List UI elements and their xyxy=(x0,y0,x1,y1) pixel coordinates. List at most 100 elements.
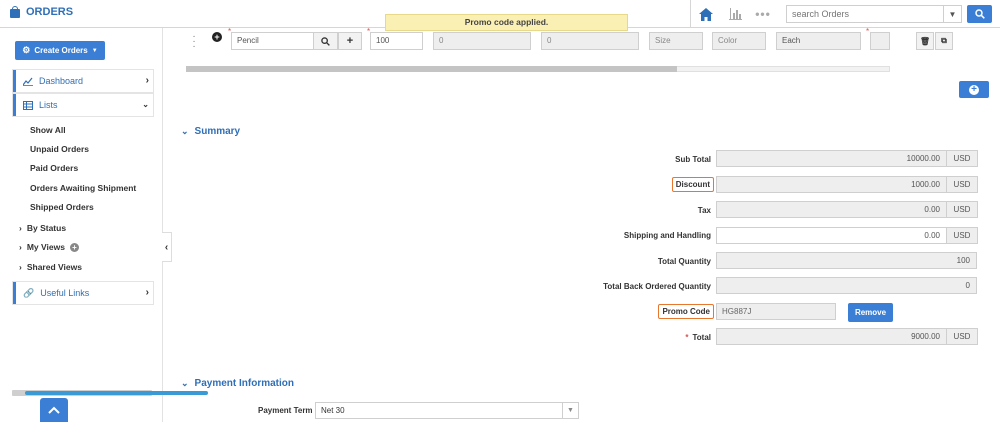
more-dots-icon: ••• xyxy=(755,7,771,21)
chevron-down-icon: ⌄ xyxy=(181,126,189,136)
search-icon xyxy=(974,9,985,19)
remove-promo-button[interactable]: Remove xyxy=(848,303,893,322)
chevron-down-icon: ▼ xyxy=(948,9,957,19)
total-label-text: Total xyxy=(692,333,711,342)
list-item-show-all[interactable]: Show All xyxy=(30,125,66,135)
search-dropdown[interactable]: ▼ xyxy=(943,6,961,22)
required-marker: * xyxy=(685,333,689,342)
sidebar-item-useful-links[interactable]: 🔗 Useful Links › xyxy=(13,282,153,304)
list-item-shipped-orders[interactable]: Shipped Orders xyxy=(30,202,94,212)
sidebar-item-label: Dashboard xyxy=(39,76,84,86)
list-item-paid-orders[interactable]: Paid Orders xyxy=(30,163,78,173)
product-search-button[interactable] xyxy=(313,32,338,50)
search-input[interactable] xyxy=(787,6,943,22)
tax-value: 0.00 xyxy=(716,201,947,218)
promo-code-label: Promo Code xyxy=(658,304,714,319)
home-button[interactable] xyxy=(691,0,721,28)
line-chart-icon xyxy=(23,77,33,86)
trash-icon: 🗑 xyxy=(919,36,931,46)
row-scrollbar-thumb[interactable] xyxy=(186,66,677,72)
sub-total-value: 10000.00 xyxy=(716,150,947,167)
discount-unit: USD xyxy=(946,176,978,193)
gear-icon: ⚙ xyxy=(22,45,31,55)
payment-term-select[interactable]: Net 30 ▼ xyxy=(315,402,579,419)
chevron-right-icon: › xyxy=(19,262,22,272)
search-button[interactable] xyxy=(967,5,992,23)
plus-icon: + xyxy=(346,35,354,47)
group-my-views[interactable]: › My Views + xyxy=(19,242,79,252)
add-product-button[interactable]: + xyxy=(338,32,362,50)
chevron-down-icon: ⌄ xyxy=(142,100,149,109)
payment-section-title[interactable]: ⌄ Payment Information xyxy=(181,378,294,389)
summary-section-title[interactable]: ⌄ Summary xyxy=(181,126,240,137)
sidebar-item-dashboard[interactable]: Dashboard › xyxy=(13,70,153,92)
add-row-button[interactable]: + xyxy=(959,81,989,98)
total-unit: USD xyxy=(946,328,978,345)
chevron-right-icon: › xyxy=(19,223,22,233)
amount-field: 0 xyxy=(541,32,639,50)
promo-code-field: HG887J xyxy=(716,303,836,320)
sidebar: ⚙ Create Orders ▼ Dashboard › Lists ⌄ Sh… xyxy=(0,28,163,422)
promo-applied-toast: Promo code applied. xyxy=(385,14,628,31)
search-box: ▼ xyxy=(786,5,962,23)
table-icon xyxy=(23,100,33,110)
group-label: Shared Views xyxy=(26,262,82,272)
total-value: 9000.00 xyxy=(716,328,947,345)
delete-row-button[interactable]: 🗑 xyxy=(916,32,934,50)
top-actions: ••• xyxy=(690,0,777,28)
caret-down-icon: ▼ xyxy=(91,47,98,54)
color-field: Color xyxy=(712,32,766,50)
more-button[interactable]: ••• xyxy=(749,0,777,28)
scroll-up-button[interactable] xyxy=(40,398,68,422)
sub-total-label: Sub Total xyxy=(675,155,711,164)
quantity-field[interactable]: 100 xyxy=(370,32,423,50)
drag-handle-icon[interactable]: · · · xyxy=(192,32,196,52)
chevron-down-icon: ⌄ xyxy=(181,378,189,388)
chevron-right-icon: › xyxy=(19,242,22,252)
chevron-right-icon: › xyxy=(145,75,149,86)
chevron-right-icon: › xyxy=(145,287,149,298)
payment-term-label: Payment Term xyxy=(258,406,313,415)
group-label: My Views xyxy=(26,242,65,252)
caret-down-icon: ▼ xyxy=(562,403,578,418)
sidebar-item-label: Lists xyxy=(39,100,58,110)
group-shared-views[interactable]: › Shared Views xyxy=(19,262,82,272)
collapse-sidebar-button[interactable]: ‹ xyxy=(162,232,172,262)
tax-unit: USD xyxy=(946,201,978,218)
price-field: 0 xyxy=(433,32,531,50)
add-view-icon[interactable]: + xyxy=(69,242,79,252)
extra-field xyxy=(870,32,890,50)
unit-field: Each xyxy=(776,32,861,50)
group-label: By Status xyxy=(26,223,67,233)
list-item-unpaid-orders[interactable]: Unpaid Orders xyxy=(30,144,89,154)
product-field[interactable]: Pencil xyxy=(231,32,314,50)
app-title-label: ORDERS xyxy=(26,6,74,18)
group-by-status[interactable]: › By Status xyxy=(19,223,66,233)
list-item-awaiting-shipment[interactable]: Orders Awaiting Shipment xyxy=(30,183,136,193)
home-icon xyxy=(699,7,713,21)
chevron-up-icon xyxy=(48,406,60,414)
chevron-left-icon: ‹ xyxy=(164,241,169,253)
tax-label: Tax xyxy=(697,206,711,215)
create-orders-label: Create Orders xyxy=(34,46,88,55)
copy-row-button[interactable]: ⧉ xyxy=(935,32,953,50)
reports-button[interactable] xyxy=(721,0,749,28)
total-back-ordered-value: 0 xyxy=(716,277,977,294)
shipping-unit: USD xyxy=(946,227,978,244)
bar-chart-icon xyxy=(728,8,742,20)
total-label: * Total xyxy=(685,333,711,342)
copy-icon: ⧉ xyxy=(941,36,947,45)
app-title[interactable]: ORDERS xyxy=(10,6,73,18)
section-title-label: Summary xyxy=(194,126,241,137)
size-field: Size xyxy=(649,32,703,50)
sidebar-item-label: Useful Links xyxy=(40,288,90,298)
section-title-label: Payment Information xyxy=(194,378,295,389)
total-quantity-label: Total Quantity xyxy=(657,257,711,266)
shipping-input[interactable]: 0.00 xyxy=(716,227,947,244)
sidebar-item-lists[interactable]: Lists ⌄ xyxy=(13,94,153,116)
create-orders-button[interactable]: ⚙ Create Orders ▼ xyxy=(15,41,105,60)
plus-circle-icon: + xyxy=(969,84,979,95)
add-item-icon[interactable]: + xyxy=(212,32,222,42)
shopping-bag-icon xyxy=(10,6,20,18)
shipping-label: Shipping and Handling xyxy=(623,231,711,240)
